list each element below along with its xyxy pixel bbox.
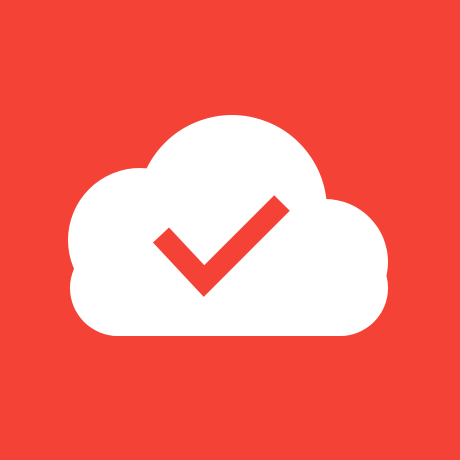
app-icon-tile <box>0 0 460 460</box>
cloud-check-icon <box>0 0 460 460</box>
